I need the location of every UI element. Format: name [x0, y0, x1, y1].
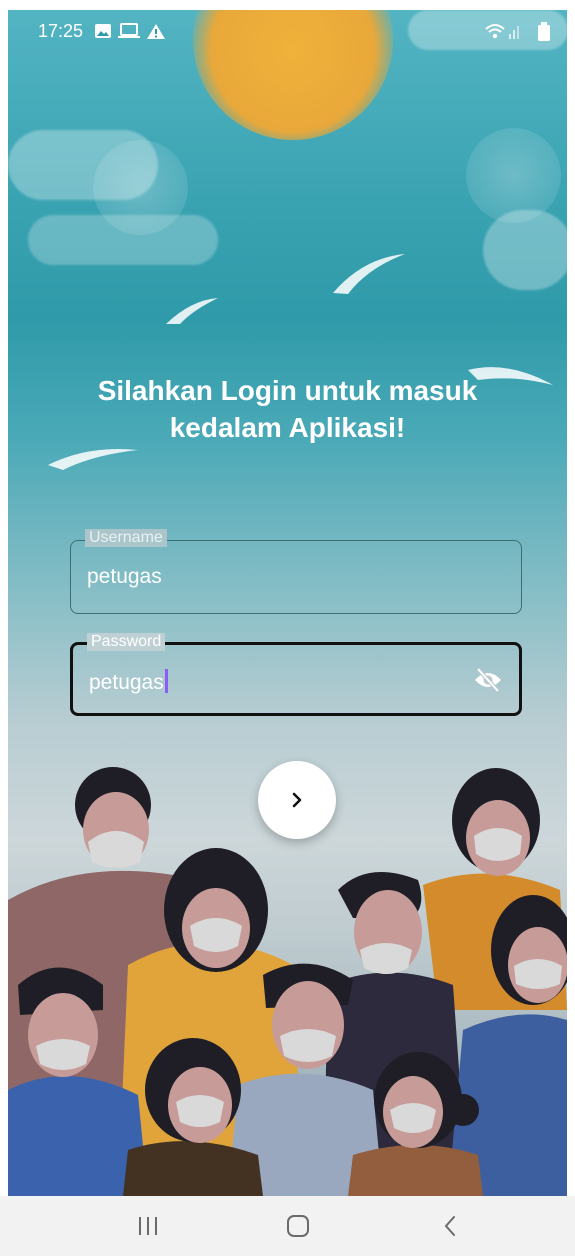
back-button[interactable]: [420, 1208, 480, 1244]
username-field[interactable]: Username petugas: [70, 529, 522, 614]
recent-apps-icon: [139, 1217, 157, 1235]
system-nav-bar: [0, 1196, 575, 1256]
password-input[interactable]: petugas: [89, 671, 164, 694]
password-label: Password: [87, 633, 166, 651]
battery-icon: [538, 22, 550, 41]
login-submit-button[interactable]: [258, 761, 336, 839]
signal-icon: [509, 26, 519, 39]
image-icon: [95, 24, 111, 38]
home-button[interactable]: [268, 1208, 328, 1244]
warning-icon: [147, 24, 165, 39]
password-field[interactable]: Password petugas: [70, 633, 522, 716]
login-screen: 17:25 Silahkan Login untuk masuk kedalam…: [8, 10, 567, 1196]
username-input[interactable]: petugas: [87, 565, 162, 589]
status-time: 17:25: [38, 21, 84, 41]
status-bar: 17:25: [8, 10, 567, 52]
recent-apps-button[interactable]: [118, 1208, 178, 1244]
password-input-wrap[interactable]: petugas: [89, 669, 168, 695]
eye-off-icon[interactable]: [473, 667, 503, 693]
phone-screen: 17:25 Silahkan Login untuk masuk kedalam…: [0, 0, 575, 1256]
username-label: Username: [85, 529, 167, 547]
back-icon: [444, 1216, 455, 1236]
wifi-icon: [485, 24, 505, 39]
home-icon: [287, 1215, 309, 1237]
login-heading: Silahkan Login untuk masuk kedalam Aplik…: [97, 375, 478, 443]
chevron-right-icon: [292, 792, 302, 808]
text-caret: [164, 669, 168, 693]
laptop-icon: [118, 23, 140, 38]
